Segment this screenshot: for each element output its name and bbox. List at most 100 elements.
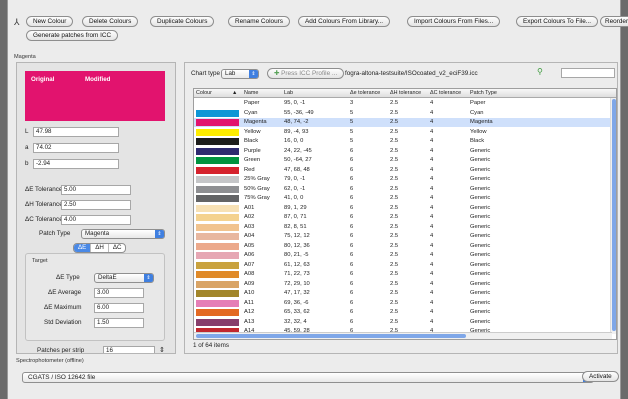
- table-row[interactable]: A09 72, 29, 10 6 2.5 4 Generic: [194, 280, 612, 289]
- table-row[interactable]: A04 75, 12, 12 6 2.5 4 Generic: [194, 232, 612, 241]
- cell-pt: Generic: [470, 290, 491, 296]
- dc-tolerance-field[interactable]: 4.00: [61, 215, 131, 225]
- cell-de: 5: [350, 119, 354, 125]
- table-row[interactable]: A10 47, 17, 32 6 2.5 4 Generic: [194, 289, 612, 298]
- table-row[interactable]: Purple 24, 22, -45 6 2.5 4 Generic: [194, 147, 612, 156]
- table-row[interactable]: A05 80, 12, 36 6 2.5 4 Generic: [194, 242, 612, 251]
- lab-a-field[interactable]: 74.02: [33, 143, 119, 153]
- dh-tolerance-field[interactable]: 2.50: [61, 200, 131, 210]
- table-row[interactable]: A03 82, 8, 51 6 2.5 4 Generic: [194, 223, 612, 232]
- patches-per-strip-label: Patches per strip: [37, 347, 85, 354]
- lab-a-label: a: [25, 144, 29, 151]
- colour-chip: [196, 290, 239, 297]
- swatch-modified-label: Modified: [85, 76, 111, 83]
- table-row[interactable]: A08 71, 22, 73 6 2.5 4 Generic: [194, 270, 612, 279]
- de-average-field[interactable]: 3.00: [94, 288, 144, 298]
- cell-name: Red: [244, 166, 255, 173]
- std-deviation-label: Std Deviation: [44, 319, 82, 326]
- column-header-lab[interactable]: Lab: [284, 90, 293, 96]
- table-row[interactable]: 75% Gray 41, 0, 0 6 2.5 4 Generic: [194, 194, 612, 203]
- column-header-dh-tolerance[interactable]: ΔH tolerance: [390, 90, 421, 96]
- segment-dh[interactable]: ΔH: [91, 244, 109, 252]
- cell-dc: 4: [430, 261, 434, 268]
- table-row[interactable]: Paper 95, 0, -1 3 2.5 4 Paper: [194, 99, 612, 108]
- patch-type-value: Magenta: [85, 230, 110, 237]
- cell-name: Magenta: [244, 119, 267, 125]
- cell-de: 6: [350, 214, 354, 220]
- cell-name: A11: [244, 299, 254, 306]
- column-header-colour[interactable]: Colour: [196, 90, 212, 96]
- column-header-dc-tolerance[interactable]: ΔC tolerance: [430, 90, 461, 96]
- de-tolerance-field[interactable]: 5.00: [61, 185, 131, 195]
- table-row[interactable]: A12 65, 33, 62 6 2.5 4 Generic: [194, 308, 612, 317]
- cell-de: 6: [350, 290, 354, 296]
- table-row[interactable]: A06 80, 21, -5 6 2.5 4 Generic: [194, 251, 612, 260]
- table-row[interactable]: A13 32, 32, 4 6 2.5 4 Generic: [194, 318, 612, 327]
- table-row[interactable]: 25% Gray 79, 0, -1 6 2.5 4 Generic: [194, 175, 612, 184]
- table-horizontal-scrollbar[interactable]: [194, 332, 612, 339]
- column-header-name[interactable]: Name: [244, 90, 258, 96]
- cell-dh: 2.5: [390, 100, 399, 106]
- lab-b-field[interactable]: -2.94: [33, 159, 119, 169]
- import-colours-from-files-button[interactable]: Import Colours From Files...: [407, 16, 501, 27]
- table-row[interactable]: Yellow 89, -4, 93 5 2.5 4 Yellow: [194, 128, 612, 137]
- patches-per-strip-field[interactable]: 16: [103, 346, 155, 353]
- cell-dh: 2.5: [390, 233, 399, 239]
- de-type-select[interactable]: DeltaE ⇕: [94, 273, 154, 283]
- lab-l-field[interactable]: 47.98: [33, 127, 119, 137]
- export-colours-to-file-button[interactable]: Export Colours To File...: [516, 16, 599, 27]
- column-header-de-tolerance[interactable]: Δe tolerance: [350, 90, 380, 96]
- de-type-value: DeltaE: [98, 274, 117, 281]
- table-row[interactable]: Red 47, 68, 48 6 2.5 4 Generic: [194, 166, 612, 175]
- cell-pt: Yellow: [470, 128, 487, 135]
- rename-colours-button[interactable]: Rename Colours: [228, 16, 290, 27]
- table-row[interactable]: Magenta 48, 74, -2 5 2.5 4 Magenta: [194, 118, 612, 127]
- press-icc-profile-button[interactable]: ✚ Press ICC Profile ...: [267, 68, 345, 79]
- activate-button[interactable]: Activate: [582, 371, 619, 382]
- cell-lab: 61, 12, 63: [284, 261, 310, 268]
- segment-de[interactable]: ΔE: [74, 244, 92, 252]
- table-row[interactable]: 50% Gray 62, 0, -1 6 2.5 4 Generic: [194, 185, 612, 194]
- duplicate-colours-button[interactable]: Duplicate Colours: [150, 16, 215, 27]
- cell-de: 6: [350, 223, 354, 230]
- table-row[interactable]: A07 61, 12, 63 6 2.5 4 Generic: [194, 261, 612, 270]
- segment-dc[interactable]: ΔC: [109, 244, 126, 252]
- cell-dh: 2.5: [390, 166, 399, 173]
- cell-lab: 69, 36, -6: [284, 299, 309, 306]
- cell-dh: 2.5: [390, 204, 399, 211]
- cell-dc: 4: [430, 119, 434, 125]
- table-row[interactable]: Cyan 55, -36, -49 5 2.5 4 Cyan: [194, 109, 612, 118]
- colour-table: Colour ▲ Name Lab Δe tolerance ΔH tolera…: [193, 88, 617, 340]
- reorder-patches-button[interactable]: Reorder patches: [600, 16, 628, 27]
- new-colour-button[interactable]: New Colour: [26, 16, 74, 27]
- column-header-patch-type[interactable]: Patch Type: [470, 90, 497, 96]
- chart-type-select[interactable]: Lab ⇕: [221, 69, 259, 79]
- cell-dh: 2.5: [390, 109, 399, 116]
- cell-name: A07: [244, 261, 255, 268]
- table-row[interactable]: Black 16, 0, 0 5 2.5 4 Black: [194, 137, 612, 146]
- search-input[interactable]: [561, 68, 615, 78]
- table-row[interactable]: A02 87, 0, 71 6 2.5 4 Generic: [194, 213, 612, 222]
- cell-name: Green: [244, 157, 261, 163]
- pin-icon[interactable]: ⅄: [14, 17, 20, 28]
- std-deviation-field[interactable]: 1.50: [94, 318, 144, 328]
- table-vertical-scrollbar[interactable]: [610, 98, 616, 334]
- generate-patches-from-icc-button[interactable]: Generate patches from ICC: [26, 30, 119, 41]
- stepper-icon[interactable]: ⇕: [159, 346, 165, 353]
- add-colours-from-library-button[interactable]: Add Colours From Library...: [298, 16, 391, 27]
- patch-type-select[interactable]: Magenta ⇕: [81, 229, 165, 239]
- cell-dc: 4: [430, 138, 434, 144]
- de-maximum-field[interactable]: 6.00: [94, 303, 144, 313]
- spectrophotometer-select[interactable]: CGATS / ISO 12642 file ⇕: [22, 372, 594, 383]
- cell-pt: Generic: [470, 318, 491, 325]
- cell-name: A13: [244, 318, 255, 325]
- table-row[interactable]: Green 50, -64, 27 6 2.5 4 Generic: [194, 156, 612, 165]
- cell-name: A04: [244, 233, 255, 239]
- tolerance-segmented-control: ΔE ΔH ΔC: [73, 243, 127, 253]
- cell-lab: 65, 33, 62: [284, 309, 310, 315]
- delete-colours-button[interactable]: Delete Colours: [82, 16, 139, 27]
- table-row[interactable]: A01 89, 1, 29 6 2.5 4 Generic: [194, 204, 612, 213]
- table-row[interactable]: A11 69, 36, -6 6 2.5 4 Generic: [194, 299, 612, 308]
- cell-dh: 2.5: [390, 185, 399, 192]
- cell-lab: 32, 32, 4: [284, 318, 307, 325]
